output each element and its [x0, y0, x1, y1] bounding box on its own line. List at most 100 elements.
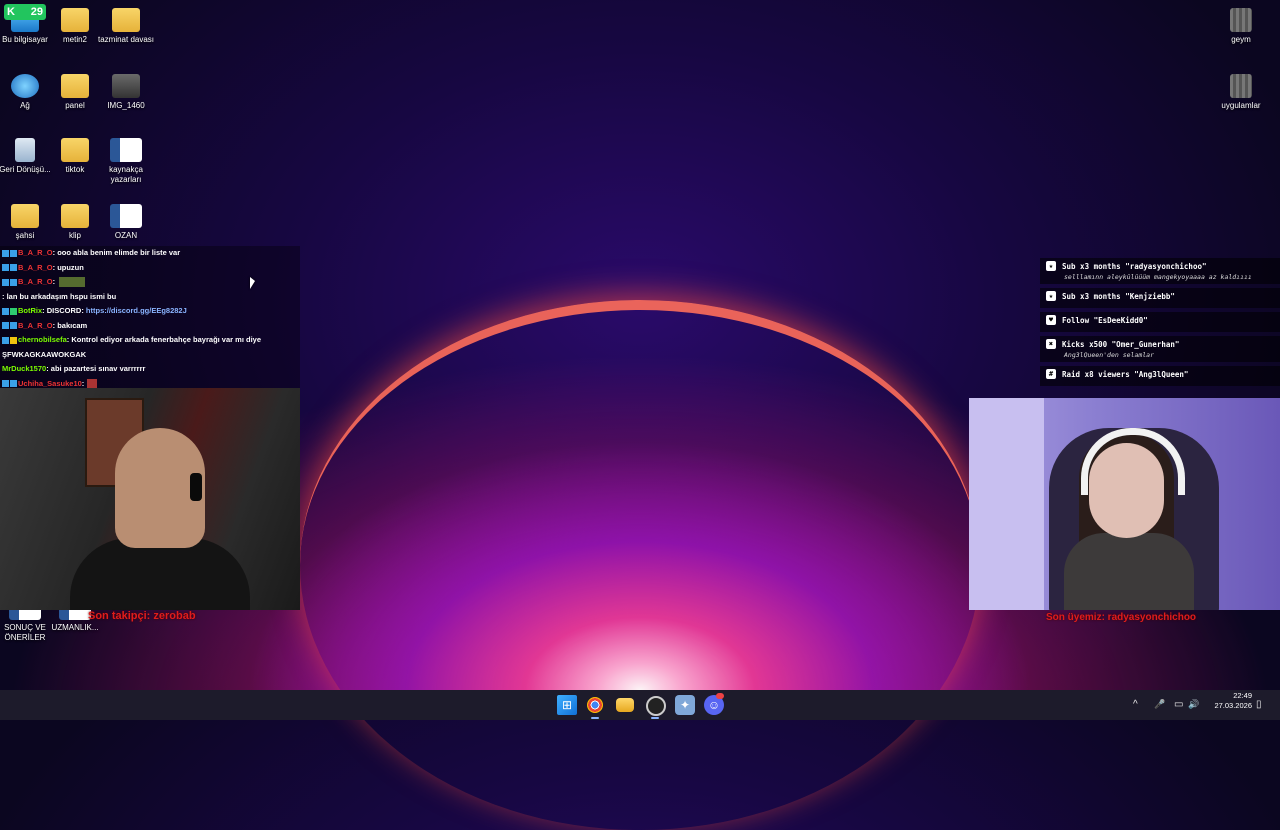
desktop-icon-tazminat[interactable]: tazminat davası [95, 8, 157, 45]
desktop-icon-kaynakca[interactable]: kaynakça yazarları [95, 138, 157, 185]
star-icon: ★ [1046, 291, 1056, 301]
desktop-icon-label: OZAN [114, 231, 138, 240]
chat-overlay: B_A_R_O: ooo abla benim elimde bir liste… [0, 246, 300, 389]
badge-icon [10, 264, 17, 272]
chat-text: : bakıcam [52, 320, 88, 330]
folder-icon [61, 8, 89, 32]
obs-icon[interactable] [646, 696, 666, 716]
chat-username: Uchiha_Sasuke10 [18, 378, 82, 388]
corner-badge: K 29 [4, 4, 46, 20]
kick-icon: ✖ [1046, 339, 1056, 349]
stream-events-panel: ★ Sub x3 months "radyasyonchichoo" sellla… [1040, 258, 1280, 390]
desktop-icon-img1460[interactable]: IMG_1460 [95, 74, 157, 111]
chat-message: : lan bu arkadaşım hspu ismi bu [0, 290, 300, 305]
obs-active-indicator [651, 717, 659, 719]
badge-icon [2, 380, 9, 388]
chat-link[interactable]: https://discord.gg/EEg8282J [86, 306, 187, 315]
desktop-icon-label: UZMANLIK... [51, 623, 99, 632]
badge-count: 29 [30, 6, 43, 18]
door-frame [969, 398, 1044, 610]
microphone-icon[interactable]: 🎤 [1154, 699, 1165, 710]
chrome-icon[interactable] [587, 697, 603, 713]
streamer-webcam-right [969, 398, 1280, 610]
app-glyph: ✦ [679, 698, 691, 712]
chat-text: : ooo abla benim elimde bir liste var [52, 248, 181, 257]
file-explorer-icon[interactable] [616, 698, 634, 712]
chat-username: B_A_R_O [18, 248, 53, 257]
badge-icon [10, 380, 17, 388]
emote-icon [59, 277, 86, 288]
chat-text: : [81, 378, 85, 388]
folder-icon [11, 204, 39, 228]
badge-icon [2, 278, 9, 286]
event-item: ★ Sub x3 months "Kenjziebb" [1040, 288, 1280, 308]
recycle-bin-icon [15, 138, 35, 162]
event-item: ✖ Kicks x500 "Omer_Gunerhan" Ang3lQueen'd… [1040, 336, 1280, 362]
event-title: Sub x3 months "Kenjziebb" [1062, 291, 1175, 301]
folder-icon [112, 8, 140, 32]
heart-icon: ♥ [1046, 315, 1056, 325]
event-title: Kicks x500 "Omer_Gunerhan" [1062, 339, 1180, 349]
badge-icon [10, 322, 17, 330]
streamer-webcam-left [0, 388, 300, 610]
badge-icon [2, 264, 9, 272]
clock-date: 27.03.2026 [1214, 701, 1252, 710]
badge-icon [2, 336, 9, 344]
archive-icon [1230, 74, 1252, 98]
bot-badge-icon [10, 307, 17, 315]
wallpaper-horizon [300, 300, 980, 830]
event-subtitle: selllamınn aleykülüüüm mangekyoyaaaa az … [1064, 273, 1252, 281]
image-file-icon [112, 74, 140, 98]
start-icon[interactable]: ⊞ [557, 695, 577, 715]
network-icon[interactable]: ▭ [1174, 699, 1183, 710]
taskbar: ⊞ ✦ ☺ ^ 🎤 ▭ 🔊 ▯ [0, 690, 1280, 720]
chat-text: : DISCORD: [42, 306, 86, 315]
discord-notification-badge [716, 693, 724, 699]
chat-message: MrDuck1570: abi pazartesi sınav varrrrrr [0, 362, 300, 377]
chat-username: BotRix [18, 306, 43, 315]
raid-icon: # [1046, 369, 1056, 379]
mouse-cursor-icon [250, 277, 255, 289]
chat-text: : Kontrol ediyor arkada fenerbahçe bayra… [66, 335, 262, 344]
app-icon[interactable]: ✦ [675, 695, 695, 715]
webcam-person-body [70, 538, 250, 610]
badge-icon [10, 249, 17, 257]
chat-message: B_A_R_O: upuzun [0, 261, 300, 276]
chat-text: : abi pazartesi sınav varrrrrr [46, 364, 146, 373]
event-title: Raid x8 viewers "Ang3lQueen" [1062, 369, 1189, 379]
chat-message: BotRix: DISCORD: https://discord.gg/EEg8… [0, 304, 300, 319]
chat-message: B_A_R_O: [0, 275, 300, 290]
headphones-icon [190, 473, 202, 501]
desktop-icon-geym[interactable]: geym [1210, 8, 1272, 45]
badge-icon [2, 249, 9, 257]
kick-badge-icon: K [7, 6, 15, 18]
event-item: ♥ Follow "EsDeeKidd0" [1040, 312, 1280, 332]
desktop-icon-label: kaynakça yazarları [109, 165, 143, 184]
clock-time: 22:49 [1233, 691, 1252, 700]
emote-icon [87, 379, 98, 389]
taskbar-clock[interactable]: 22:49 27.03.2026 [1212, 691, 1252, 711]
chat-message: B_A_R_O: bakıcam [0, 319, 300, 334]
badge-icon [10, 278, 17, 286]
star-icon: ★ [1046, 261, 1056, 271]
chat-text: : [52, 277, 56, 286]
chat-text: ŞFWKAGKAAWOKGAK [2, 349, 87, 359]
chat-username: B_A_R_O [18, 277, 53, 286]
desktop-icon-uygulamalar[interactable]: uygulamlar [1210, 74, 1272, 111]
word-document-icon [110, 204, 142, 228]
event-subtitle: Ang3lQueen'den selamlar [1064, 351, 1155, 359]
network-icon [11, 74, 39, 98]
notification-icon[interactable]: ▯ [1256, 699, 1262, 710]
chat-username: B_A_R_O [18, 262, 53, 272]
tray-chevron-icon[interactable]: ^ [1133, 699, 1138, 710]
chat-username: chernobilsefa [18, 335, 67, 344]
speaker-icon[interactable]: 🔊 [1188, 699, 1199, 710]
chat-text: : lan bu arkadaşım hspu ismi bu [2, 291, 117, 301]
webcam-person-hoodie [1064, 533, 1194, 610]
folder-icon [61, 138, 89, 162]
discord-glyph: ☺ [707, 698, 721, 712]
event-item: # Raid x8 viewers "Ang3lQueen" [1040, 366, 1280, 386]
desktop-icon-ozan[interactable]: OZAN [95, 204, 157, 241]
start-glyph: ⊞ [561, 698, 573, 712]
badge-icon [2, 322, 9, 330]
